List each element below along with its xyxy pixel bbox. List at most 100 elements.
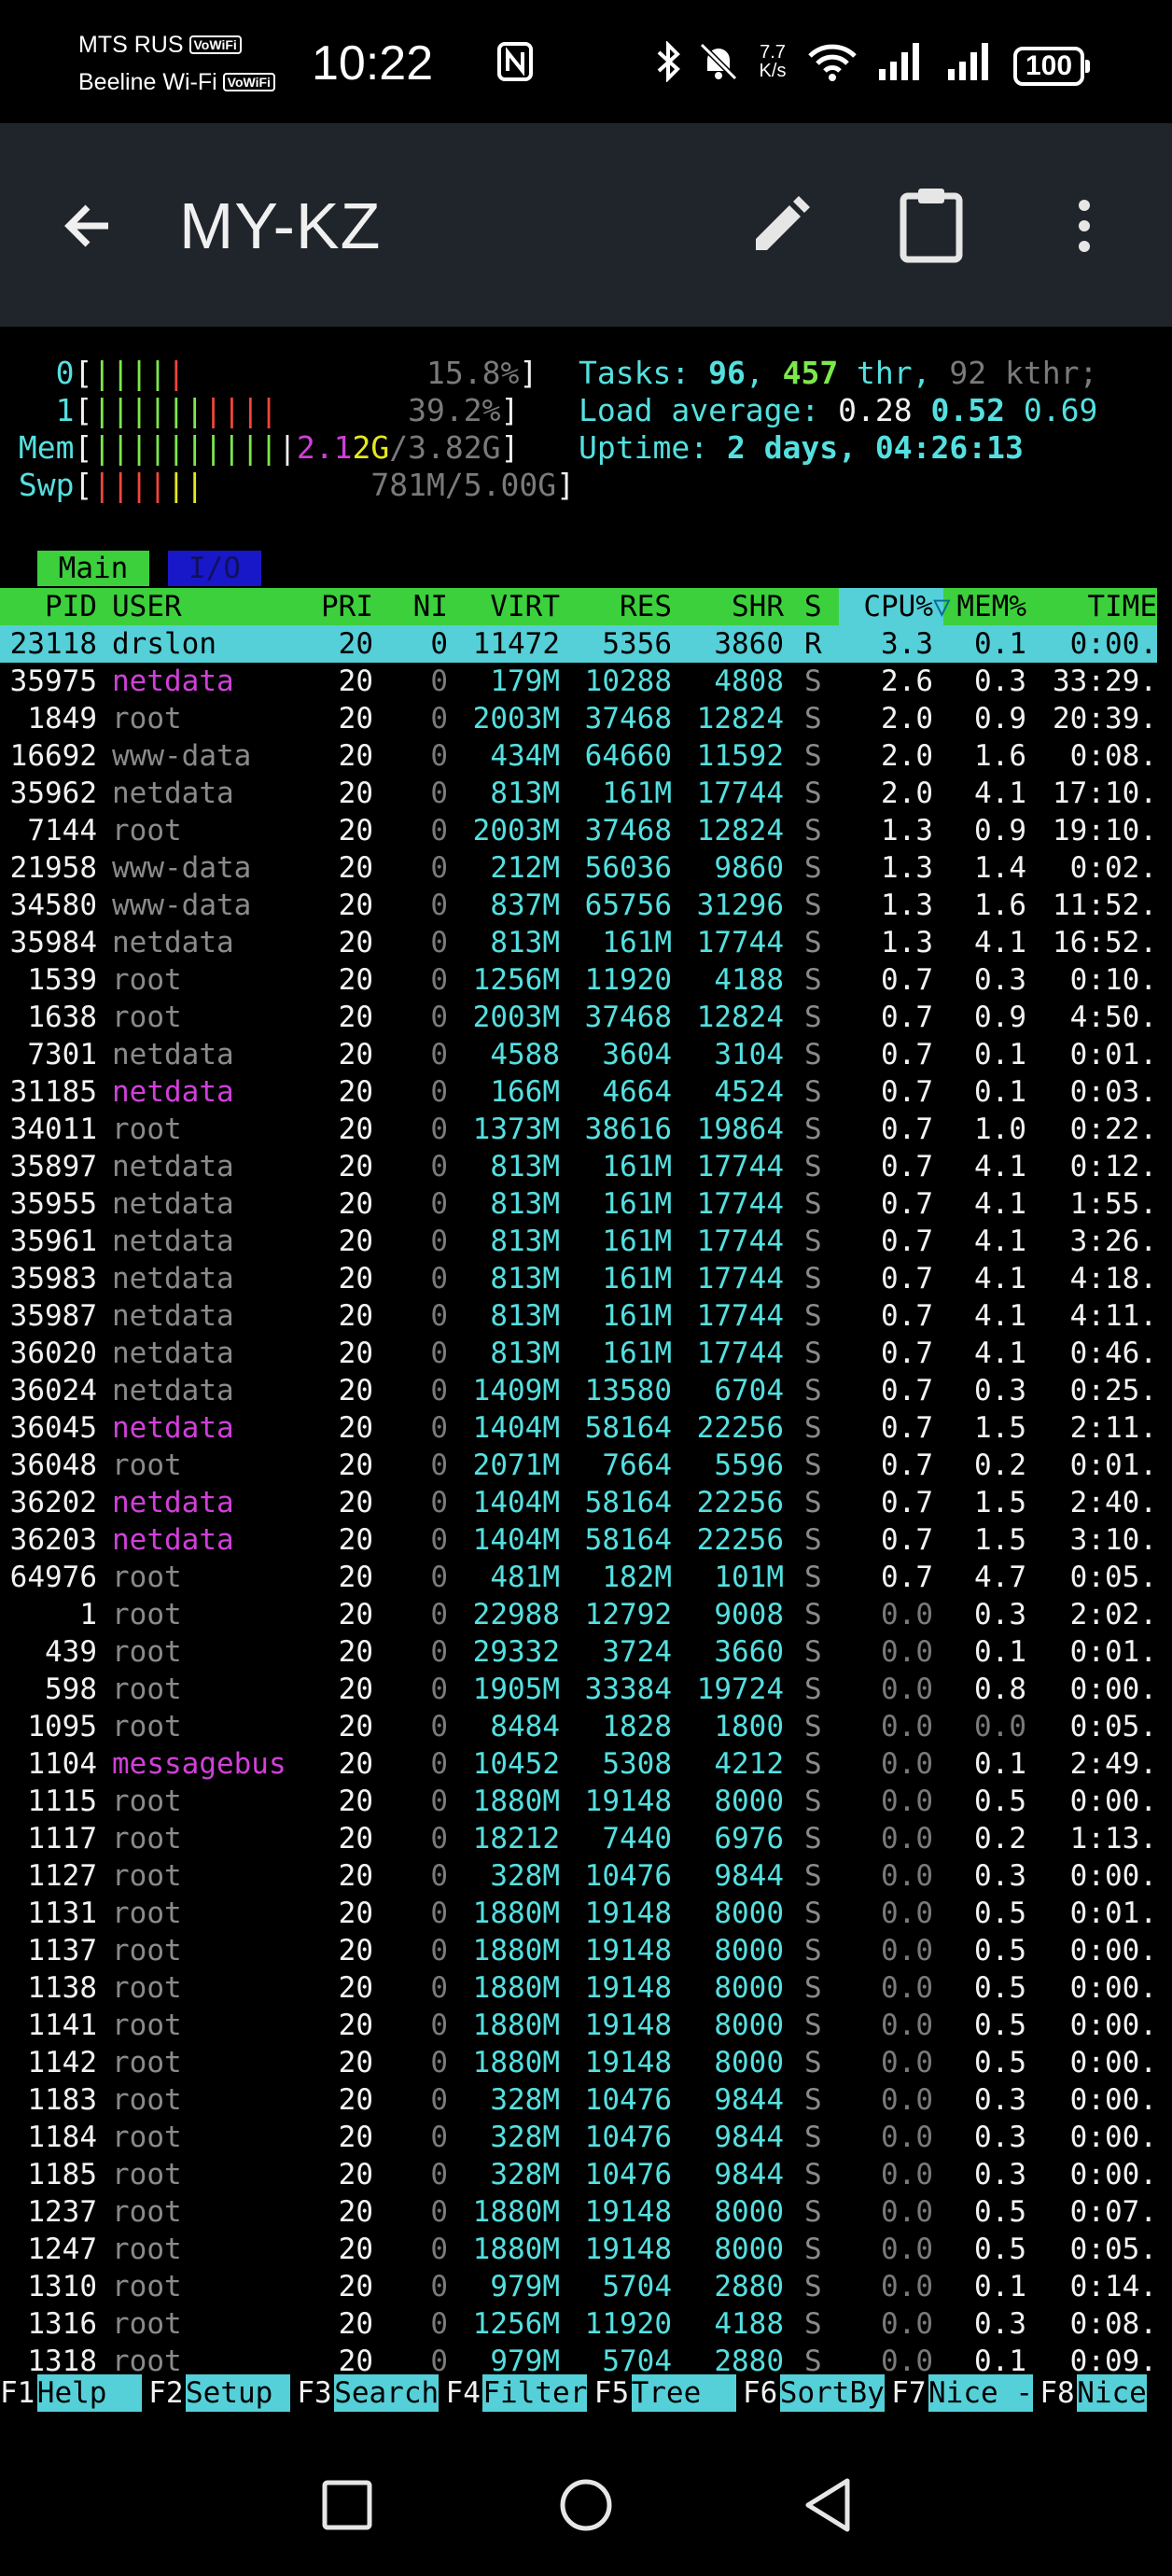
process-row[interactable]: 1138 root 20 0 1880M 19148 8000 S 0.0 0.5 0:00. bbox=[0, 1969, 1157, 2007]
process-row[interactable]: 1849 root 20 0 2003M 37468 12824 S 2.0 0.9 20:39. bbox=[0, 700, 1157, 737]
process-res: 161M bbox=[602, 777, 672, 810]
fkey-4-button[interactable]: Filter bbox=[482, 2374, 588, 2412]
process-virt: 29332 bbox=[472, 1635, 560, 1669]
fkey-2-button[interactable]: Setup bbox=[186, 2374, 290, 2412]
process-row[interactable]: 1115 root 20 0 1880M 19148 8000 S 0.0 0.5 0:00. bbox=[0, 1783, 1157, 1820]
process-row[interactable]: 1095 root 20 0 8484 1828 1800 S 0.0 0.0 0:05. bbox=[0, 1708, 1157, 1745]
process-mem: 0.5 bbox=[974, 1785, 1026, 1818]
process-row[interactable]: 35984 netdata 20 0 813M 161M 17744 S 1.3 4.1 16:52… bbox=[0, 924, 1157, 961]
process-row[interactable]: 439 root 20 0 29332 3724 3660 S 0.0 0.1 0:01. bbox=[0, 1633, 1157, 1671]
process-row[interactable]: 1638 root 20 0 2003M 37468 12824 S 0.7 0.9 4:50. bbox=[0, 999, 1157, 1036]
process-row[interactable]: 35955 netdata 20 0 813M 161M 17744 S 0.7 4.1 1:55. bbox=[0, 1185, 1157, 1223]
col-shr[interactable]: SHR bbox=[672, 588, 784, 625]
cpu1-meter: 1[|||||||||| 39.2%] bbox=[55, 392, 520, 428]
col-user[interactable]: USER bbox=[112, 588, 317, 625]
process-row[interactable]: 35987 netdata 20 0 813M 161M 17744 S 0.7 4.1 4:11. bbox=[0, 1297, 1157, 1335]
process-row[interactable]: 1316 root 20 0 1256M 11920 4188 S 0.0 0.3 0:08. bbox=[0, 2305, 1157, 2343]
process-ni: 0 bbox=[430, 1747, 448, 1781]
process-row[interactable]: 16692 www-data 20 0 434M 64660 11592 S 2.0 1.6 0:0… bbox=[0, 737, 1157, 775]
col-pri[interactable]: PRI bbox=[308, 588, 373, 625]
process-row[interactable]: 36048 root 20 0 2071M 7664 5596 S 0.7 0.2 0:01. bbox=[0, 1447, 1157, 1484]
process-virt: 979M bbox=[490, 2270, 560, 2303]
recent-apps-button[interactable] bbox=[317, 2475, 377, 2535]
process-res: 12792 bbox=[584, 1598, 672, 1631]
process-virt: 813M bbox=[490, 1337, 560, 1370]
process-row[interactable]: 36045 netdata 20 0 1404M 58164 22256 S 0.7 1.5 2:1… bbox=[0, 1409, 1157, 1447]
process-time: 2:40. bbox=[1069, 1486, 1157, 1519]
clipboard-button[interactable] bbox=[894, 185, 969, 263]
process-row[interactable]: 31185 netdata 20 0 166M 4664 4524 S 0.7 0.1 0:03. bbox=[0, 1073, 1157, 1111]
col-time[interactable]: TIME bbox=[1036, 588, 1157, 625]
process-row[interactable]: 1185 root 20 0 328M 10476 9844 S 0.0 0.3 0:00. bbox=[0, 2156, 1157, 2193]
back-button[interactable] bbox=[52, 189, 127, 263]
more-options-button[interactable] bbox=[1064, 189, 1105, 263]
col-s[interactable]: S bbox=[804, 588, 832, 625]
tab-io[interactable]: I/O bbox=[168, 551, 261, 586]
process-row[interactable]: 35962 netdata 20 0 813M 161M 17744 S 2.0 4.1 17:10… bbox=[0, 775, 1157, 812]
process-row[interactable]: 598 root 20 0 1905M 33384 19724 S 0.0 0.8 0:00. bbox=[0, 1671, 1157, 1708]
process-row[interactable]: 35975 netdata 20 0 179M 10288 4808 S 2.6 0.3 33:29… bbox=[0, 663, 1157, 700]
process-state: S bbox=[804, 1374, 822, 1407]
col-res[interactable]: RES bbox=[560, 588, 672, 625]
process-row[interactable]: 36202 netdata 20 0 1404M 58164 22256 S 0.7 1.5 2:4… bbox=[0, 1484, 1157, 1521]
fkey-5-button[interactable]: Tree bbox=[631, 2374, 736, 2412]
process-row[interactable]: 64976 root 20 0 481M 182M 101M S 0.7 4.7 0:05. bbox=[0, 1559, 1157, 1596]
process-row[interactable]: 1539 root 20 0 1256M 11920 4188 S 0.7 0.3 0:10. bbox=[0, 961, 1157, 999]
process-mem: 4.1 bbox=[974, 777, 1026, 810]
pencil-icon bbox=[756, 196, 810, 250]
process-row[interactable]: 1237 root 20 0 1880M 19148 8000 S 0.0 0.5 0:07. bbox=[0, 2193, 1157, 2231]
process-row[interactable]: 1183 root 20 0 328M 10476 9844 S 0.0 0.3 0:00. bbox=[0, 2081, 1157, 2119]
process-virt: 2071M bbox=[472, 1449, 560, 1482]
process-user: root bbox=[112, 1971, 182, 2005]
fkey-8-button[interactable]: Nice bbox=[1077, 2374, 1147, 2412]
process-time: 0:12. bbox=[1069, 1150, 1157, 1183]
process-row[interactable]: 1137 root 20 0 1880M 19148 8000 S 0.0 0.5 0:00. bbox=[0, 1932, 1157, 1969]
col-cpu[interactable]: CPU% bbox=[840, 588, 933, 625]
col-ni[interactable]: NI bbox=[384, 588, 448, 625]
fkey-7-button[interactable]: Nice - bbox=[928, 2374, 1033, 2412]
tasks-line: Tasks: 96, 457 thr, 92 kthr; bbox=[579, 355, 1098, 391]
process-mem: 0.1 bbox=[974, 1075, 1026, 1109]
process-row[interactable]: 1117 root 20 0 18212 7440 6976 S 0.0 0.2 1:13. bbox=[0, 1820, 1157, 1857]
selected-process-row[interactable]: 23118 drslon 20 0 11472 5356 3860 R 3.3 0.1 0:00. bbox=[0, 625, 1157, 663]
process-row[interactable]: 21958 www-data 20 0 212M 56036 9860 S 1.3 1.4 0:02… bbox=[0, 849, 1157, 887]
col-pid[interactable]: PID bbox=[0, 588, 97, 625]
fkey-3-button[interactable]: Search bbox=[334, 2374, 440, 2412]
process-state: S bbox=[804, 739, 822, 773]
process-ni: 0 bbox=[430, 1001, 448, 1034]
process-row[interactable]: 7144 root 20 0 2003M 37468 12824 S 1.3 0.9 19:10. bbox=[0, 812, 1157, 849]
process-row[interactable]: 36020 netdata 20 0 813M 161M 17744 S 0.7 4.1 0:46. bbox=[0, 1335, 1157, 1372]
home-button[interactable] bbox=[556, 2475, 616, 2535]
process-pid: 35961 bbox=[9, 1225, 97, 1258]
fkey-1-button[interactable]: Help bbox=[36, 2374, 142, 2412]
process-row[interactable]: 36024 netdata 20 0 1409M 13580 6704 S 0.7 0.3 0:25… bbox=[0, 1372, 1157, 1409]
carrier-2: Beeline Wi-Fi VoWiFi bbox=[78, 69, 275, 96]
process-virt: 1404M bbox=[472, 1523, 560, 1557]
process-row[interactable]: 35983 netdata 20 0 813M 161M 17744 S 0.7 4.1 4:18. bbox=[0, 1260, 1157, 1297]
fkey-6-button[interactable]: SortBy bbox=[779, 2374, 885, 2412]
process-ni: 0 bbox=[430, 627, 448, 661]
process-row[interactable]: 1247 root 20 0 1880M 19148 8000 S 0.0 0.5 0:05. bbox=[0, 2231, 1157, 2268]
process-row[interactable]: 35961 netdata 20 0 813M 161M 17744 S 0.7 4.1 3:26. bbox=[0, 1223, 1157, 1260]
process-row[interactable]: 1104 messagebus 20 0 10452 5308 4212 S 0.0 0.1 2:4… bbox=[0, 1745, 1157, 1783]
process-row[interactable]: 1184 root 20 0 328M 10476 9844 S 0.0 0.3 0:00. bbox=[0, 2119, 1157, 2156]
process-row[interactable]: 1127 root 20 0 328M 10476 9844 S 0.0 0.3 0:00. bbox=[0, 1857, 1157, 1895]
process-row[interactable]: 1131 root 20 0 1880M 19148 8000 S 0.0 0.5 0:01. bbox=[0, 1895, 1157, 1932]
process-row[interactable]: 36203 netdata 20 0 1404M 58164 22256 S 0.7 1.5 3:1… bbox=[0, 1521, 1157, 1559]
process-row[interactable]: 1 root 20 0 22988 12792 9008 S 0.0 0.3 2:02. bbox=[0, 1596, 1157, 1633]
process-row[interactable]: 1310 root 20 0 979M 5704 2880 S 0.0 0.1 0:14. bbox=[0, 2268, 1157, 2305]
tab-main[interactable]: Main bbox=[37, 551, 149, 586]
col-virt[interactable]: VIRT bbox=[448, 588, 560, 625]
back-nav-button[interactable] bbox=[799, 2473, 858, 2537]
process-row[interactable]: 34580 www-data 20 0 837M 65756 31296 S 1.3 1.6 11:… bbox=[0, 887, 1157, 924]
edit-button[interactable] bbox=[743, 189, 817, 263]
process-row[interactable]: 34011 root 20 0 1373M 38616 19864 S 0.7 1.0 0:22. bbox=[0, 1111, 1157, 1148]
process-row[interactable]: 7301 netdata 20 0 4588 3604 3104 S 0.7 0.1 0:01. bbox=[0, 1036, 1157, 1073]
process-row[interactable]: 1141 root 20 0 1880M 19148 8000 S 0.0 0.5 0:00. bbox=[0, 2007, 1157, 2044]
fkey-5-key: F5 bbox=[593, 2376, 630, 2410]
process-row[interactable]: 1142 root 20 0 1880M 19148 8000 S 0.0 0.5 0:00. bbox=[0, 2044, 1157, 2081]
col-mem[interactable]: MEM% bbox=[942, 588, 1026, 625]
uptime-line: Uptime: 2 days, 04:26:13 bbox=[579, 429, 1024, 467]
process-virt: 813M bbox=[490, 777, 560, 810]
process-row[interactable]: 35897 netdata 20 0 813M 161M 17744 S 0.7 4.1 0:12. bbox=[0, 1148, 1157, 1185]
